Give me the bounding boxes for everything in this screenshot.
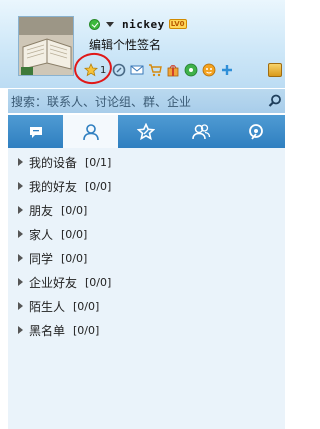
profile-header: nickey LV0 编辑个性签名 1	[0, 0, 285, 88]
group-star-icon	[136, 122, 155, 140]
discussion-people-icon	[191, 123, 210, 139]
qq-main-panel: nickey LV0 编辑个性签名 1 搜索：联系人、讨论组、群、企业 我的设备…	[0, 0, 285, 429]
expand-arrow-icon[interactable]	[18, 254, 23, 262]
avatar[interactable]	[18, 16, 74, 76]
group-count: [0/0]	[61, 227, 88, 241]
app-icon-row: 1	[84, 62, 234, 78]
group-count: [0/0]	[73, 323, 100, 337]
expand-arrow-icon[interactable]	[18, 158, 23, 166]
expand-arrow-icon[interactable]	[18, 230, 23, 238]
music-icon[interactable]	[184, 63, 198, 77]
tab-discussions[interactable]	[173, 115, 228, 148]
group-count: [0/0]	[73, 299, 100, 313]
group-count: [0/0]	[61, 251, 88, 265]
list-item[interactable]: 同学 [0/0]	[18, 250, 87, 266]
nickname: nickey	[122, 17, 165, 31]
add-icon[interactable]	[220, 63, 234, 77]
main-tab-bar	[8, 115, 285, 148]
group-label: 陌生人	[29, 299, 66, 314]
group-count: [0/0]	[85, 179, 112, 193]
level-badge[interactable]: LV0	[168, 19, 187, 29]
shop-icon[interactable]	[148, 63, 163, 77]
search-bar[interactable]: 搜索：联系人、讨论组、群、企业	[8, 89, 285, 113]
group-label: 我的好友	[29, 179, 78, 194]
list-item[interactable]: 我的设备 [0/1]	[18, 154, 111, 170]
group-count: [0/0]	[85, 275, 112, 289]
star-icon[interactable]	[84, 63, 98, 77]
online-status-icon[interactable]	[89, 18, 100, 30]
group-label: 我的设备	[29, 155, 78, 170]
list-item[interactable]: 黑名单 [0/0]	[18, 322, 99, 338]
contact-group-list: 我的设备 [0/1] 我的好友 [0/0] 朋友 [0/0] 家人 [0/0] …	[8, 148, 285, 429]
search-icon[interactable]	[268, 94, 282, 108]
star-count: 1	[100, 64, 107, 76]
qzone-swirl-icon	[248, 123, 263, 140]
game-icon[interactable]	[202, 63, 216, 77]
tab-recent[interactable]	[228, 115, 283, 148]
gift-icon[interactable]	[166, 63, 180, 77]
expand-arrow-icon[interactable]	[18, 278, 23, 286]
group-label: 家人	[29, 227, 54, 242]
group-label: 黑名单	[29, 323, 66, 338]
search-input[interactable]: 搜索：联系人、讨论组、群、企业	[11, 93, 191, 110]
list-item[interactable]: 陌生人 [0/0]	[18, 298, 99, 314]
contact-person-icon	[82, 123, 99, 140]
group-label: 朋友	[29, 203, 54, 218]
group-count: [0/0]	[61, 203, 88, 217]
expand-arrow-icon[interactable]	[18, 326, 23, 334]
list-item[interactable]: 企业好友 [0/0]	[18, 274, 111, 290]
list-item[interactable]: 朋友 [0/0]	[18, 202, 87, 218]
expand-arrow-icon[interactable]	[18, 206, 23, 214]
signature-edit[interactable]: 编辑个性签名	[89, 36, 161, 53]
list-item[interactable]: 家人 [0/0]	[18, 226, 87, 242]
toolbox-icon[interactable]	[268, 63, 282, 77]
chat-bubble-icon	[29, 126, 42, 138]
expand-arrow-icon[interactable]	[18, 302, 23, 310]
list-item[interactable]: 我的好友 [0/0]	[18, 178, 111, 194]
group-label: 企业好友	[29, 275, 78, 290]
group-label: 同学	[29, 251, 54, 266]
mail-icon[interactable]	[130, 63, 144, 77]
group-count: [0/1]	[85, 155, 112, 169]
name-row: nickey LV0	[89, 17, 187, 31]
qzone-icon[interactable]	[112, 63, 126, 77]
chevron-down-icon[interactable]	[106, 21, 114, 27]
tab-contacts[interactable]	[63, 115, 118, 148]
tab-messages[interactable]	[8, 115, 63, 148]
tab-groups[interactable]	[118, 115, 173, 148]
expand-arrow-icon[interactable]	[18, 182, 23, 190]
